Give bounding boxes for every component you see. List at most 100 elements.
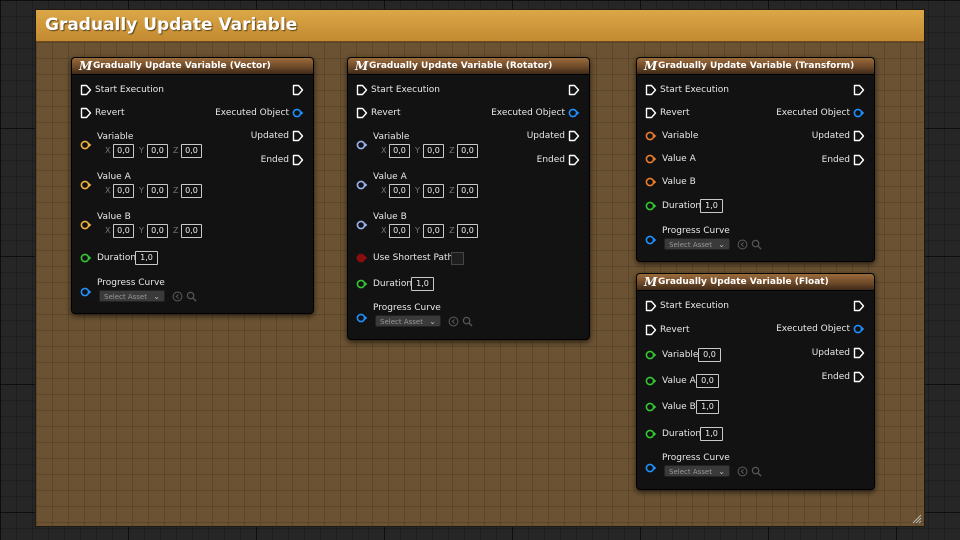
- value-b-z-field[interactable]: 0,0: [457, 224, 478, 238]
- exec-out-pin-icon[interactable]: [853, 130, 865, 142]
- exec-out-pin-icon[interactable]: [853, 300, 865, 312]
- browse-asset-icon[interactable]: [737, 239, 748, 250]
- value-a-y-field[interactable]: 0,0: [423, 184, 444, 198]
- float-pin-icon[interactable]: [645, 428, 657, 440]
- exec-out-pin-icon[interactable]: [853, 371, 865, 383]
- exec-out-pin-icon[interactable]: [853, 154, 865, 166]
- duration-field[interactable]: 1,0: [135, 251, 158, 265]
- float-pin-icon[interactable]: [645, 401, 657, 413]
- exec-out-pin-icon[interactable]: [292, 130, 304, 142]
- node-gradually-update-variable-vector[interactable]: M Gradually Update Variable (Vector) Sta…: [71, 57, 314, 314]
- object-pin-icon[interactable]: [853, 323, 865, 335]
- browse-asset-icon[interactable]: [737, 466, 748, 477]
- search-icon[interactable]: [462, 316, 473, 327]
- exec-pin-icon[interactable]: [645, 300, 657, 312]
- exec-out-pin-icon[interactable]: [853, 84, 865, 96]
- rotator-pin-icon[interactable]: [356, 139, 368, 151]
- duration-field[interactable]: 1,0: [411, 277, 434, 291]
- comment-header[interactable]: Gradually Update Variable: [36, 10, 924, 42]
- object-pin-icon[interactable]: [356, 312, 368, 324]
- value-b-y-field[interactable]: 0,0: [147, 224, 168, 238]
- resize-handle-icon[interactable]: [912, 514, 922, 524]
- vector-pin-icon[interactable]: [80, 139, 92, 151]
- node-header[interactable]: M Gradually Update Variable (Rotator): [348, 58, 589, 75]
- object-pin-icon[interactable]: [645, 462, 657, 474]
- select-asset-dropdown[interactable]: Select Asset ⌄: [664, 465, 730, 477]
- float-pin-icon[interactable]: [645, 375, 657, 387]
- variable-z-field[interactable]: 0,0: [457, 144, 478, 158]
- exec-out-pin-icon[interactable]: [853, 347, 865, 359]
- value-a-z-field[interactable]: 0,0: [181, 184, 202, 198]
- value-b-z-field[interactable]: 0,0: [181, 224, 202, 238]
- node-gradually-update-variable-transform[interactable]: M Gradually Update Variable (Transform) …: [636, 57, 875, 262]
- browse-asset-icon[interactable]: [172, 291, 183, 302]
- duration-field[interactable]: 1,0: [700, 199, 723, 213]
- select-asset-dropdown[interactable]: Select Asset ⌄: [664, 238, 730, 250]
- select-asset-dropdown[interactable]: Select Asset ⌄: [375, 315, 441, 327]
- value-a-x-field[interactable]: 0,0: [113, 184, 134, 198]
- pin-label-variable: Variable: [662, 350, 699, 360]
- node-gradually-update-variable-rotator[interactable]: M Gradually Update Variable (Rotator) St…: [347, 57, 590, 340]
- float-pin-icon[interactable]: [645, 200, 657, 212]
- variable-z-field[interactable]: 0,0: [181, 144, 202, 158]
- search-icon[interactable]: [751, 466, 762, 477]
- vector-pin-icon[interactable]: [80, 179, 92, 191]
- value-b-y-field[interactable]: 0,0: [423, 224, 444, 238]
- value-a-y-field[interactable]: 0,0: [147, 184, 168, 198]
- pin-label-executed-object: Executed Object: [215, 108, 289, 118]
- variable-x-field[interactable]: 0,0: [113, 144, 134, 158]
- exec-out-pin-icon[interactable]: [292, 154, 304, 166]
- float-pin-icon[interactable]: [645, 349, 657, 361]
- value-b-x-field[interactable]: 0,0: [113, 224, 134, 238]
- use-shortest-path-checkbox[interactable]: [451, 252, 464, 265]
- exec-out-pin-icon[interactable]: [568, 84, 580, 96]
- value-a-field[interactable]: 0,0: [696, 374, 719, 388]
- exec-pin-icon[interactable]: [80, 84, 92, 96]
- exec-out-pin-icon[interactable]: [568, 154, 580, 166]
- transform-pin-icon[interactable]: [645, 153, 657, 165]
- node-gradually-update-variable-float[interactable]: M Gradually Update Variable (Float) Star…: [636, 273, 875, 490]
- pin-label-executed-object: Executed Object: [776, 108, 850, 118]
- value-b-field[interactable]: 1,0: [696, 400, 719, 414]
- exec-pin-icon[interactable]: [356, 107, 368, 119]
- axis-x: X: [381, 146, 387, 155]
- pin-label-value-a: Value A: [662, 154, 696, 164]
- exec-pin-icon[interactable]: [645, 107, 657, 119]
- value-a-z-field[interactable]: 0,0: [457, 184, 478, 198]
- transform-pin-icon[interactable]: [645, 130, 657, 142]
- vector-pin-icon[interactable]: [80, 219, 92, 231]
- node-header[interactable]: M Gradually Update Variable (Vector): [72, 58, 313, 75]
- exec-pin-icon[interactable]: [356, 84, 368, 96]
- float-pin-icon[interactable]: [80, 252, 92, 264]
- variable-field[interactable]: 0,0: [698, 348, 721, 362]
- node-header[interactable]: M Gradually Update Variable (Transform): [637, 58, 874, 75]
- object-pin-icon[interactable]: [568, 107, 580, 119]
- rotator-pin-icon[interactable]: [356, 219, 368, 231]
- object-pin-icon[interactable]: [80, 286, 92, 298]
- axis-z: Z: [173, 146, 179, 155]
- duration-field[interactable]: 1,0: [700, 427, 723, 441]
- value-a-x-field[interactable]: 0,0: [389, 184, 410, 198]
- exec-pin-icon[interactable]: [80, 107, 92, 119]
- bool-pin-icon[interactable]: [356, 252, 368, 264]
- select-asset-dropdown[interactable]: Select Asset ⌄: [99, 290, 165, 302]
- variable-y-field[interactable]: 0,0: [423, 144, 444, 158]
- node-header[interactable]: M Gradually Update Variable (Float): [637, 274, 874, 291]
- exec-pin-icon[interactable]: [645, 84, 657, 96]
- exec-pin-icon[interactable]: [645, 324, 657, 336]
- search-icon[interactable]: [751, 239, 762, 250]
- value-b-x-field[interactable]: 0,0: [389, 224, 410, 238]
- axis-x: X: [381, 226, 387, 235]
- variable-x-field[interactable]: 0,0: [389, 144, 410, 158]
- object-pin-icon[interactable]: [645, 234, 657, 246]
- float-pin-icon[interactable]: [356, 278, 368, 290]
- rotator-pin-icon[interactable]: [356, 179, 368, 191]
- search-icon[interactable]: [186, 291, 197, 302]
- browse-asset-icon[interactable]: [448, 316, 459, 327]
- object-pin-icon[interactable]: [853, 107, 865, 119]
- transform-pin-icon[interactable]: [645, 176, 657, 188]
- exec-out-pin-icon[interactable]: [292, 84, 304, 96]
- exec-out-pin-icon[interactable]: [568, 130, 580, 142]
- object-pin-icon[interactable]: [292, 107, 304, 119]
- variable-y-field[interactable]: 0,0: [147, 144, 168, 158]
